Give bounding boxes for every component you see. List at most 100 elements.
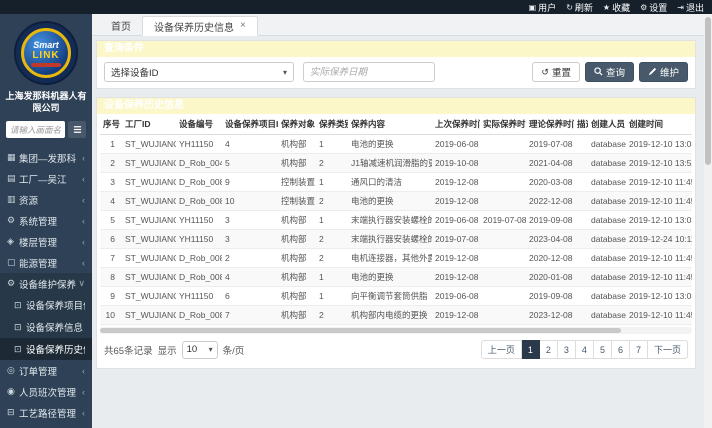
next-page-button[interactable]: 下一页 — [648, 340, 688, 359]
table-row[interactable]: 7ST_WUJIANGD_Rob_0082机构部2电机连接器，其他外露的连接器是… — [100, 249, 692, 268]
chevron-left-icon: ‹ — [82, 153, 85, 163]
column-header: 保养内容 — [348, 114, 432, 135]
table-cell: ST_WUJIANG — [122, 268, 176, 287]
topbar-item-refresh[interactable]: ↻刷新 — [566, 1, 593, 14]
page-button-5[interactable]: 5 — [594, 340, 612, 359]
sidebar-item-label: 工艺路径管理 — [19, 406, 82, 420]
vertical-scrollbar[interactable] — [704, 14, 712, 428]
sidebar-item-route-mgmt[interactable]: ⊟工艺路径管理‹ — [0, 402, 92, 423]
sidebar-item-label: 系统管理 — [19, 214, 82, 228]
sidebar-item-maintain-info[interactable]: ⊡设备保养信息 — [0, 316, 92, 338]
sidebar-item-group-fanuc[interactable]: ▦集团—发那科‹ — [0, 147, 92, 168]
table-cell: 2021-04-08 — [526, 154, 574, 173]
device-id-select[interactable]: 选择设备ID ▾ — [104, 62, 294, 82]
table-cell — [480, 306, 526, 325]
table-cell: 2 — [316, 306, 348, 325]
page-button-1[interactable]: 1 — [522, 340, 540, 359]
column-header: 设备编号 — [176, 114, 222, 135]
page-button-3[interactable]: 3 — [558, 340, 576, 359]
tab-label: 设备保养历史信息 — [154, 19, 234, 34]
page-button-7[interactable]: 7 — [630, 340, 648, 359]
page-button-6[interactable]: 6 — [612, 340, 630, 359]
show-label: 显示 — [158, 343, 177, 357]
page-button-4[interactable]: 4 — [576, 340, 594, 359]
horizontal-scrollbar[interactable] — [100, 327, 692, 334]
sidebar-item-maintain-project-info[interactable]: ⊡设备保养项目信息 — [0, 294, 92, 316]
table-row[interactable]: 9ST_WUJIANGYH111506机构部1向平衡调节套筒供脂2019-06-… — [100, 287, 692, 306]
logo-text-smart: Smart — [33, 40, 59, 50]
table-cell: database — [588, 135, 626, 154]
topbar-item-logout[interactable]: ⇥退出 — [677, 1, 704, 14]
page-size-value: 10 — [187, 344, 205, 355]
reset-button[interactable]: ↺ 重置 — [532, 62, 580, 82]
sidebar-item-equipment-maintain[interactable]: ⚙设备维护保养∨ — [0, 273, 92, 294]
table-row[interactable]: 10ST_WUJIANGD_Rob_0087机构部2机构部内电缆的更换2019-… — [100, 306, 692, 325]
query-button[interactable]: 查询 — [585, 62, 634, 82]
topbar-item-settings[interactable]: ⚙设置 — [640, 1, 667, 14]
horizontal-scrollbar-thumb[interactable] — [100, 328, 621, 333]
table-cell: 机构部 — [278, 230, 316, 249]
column-header: 创建人员 — [588, 114, 626, 135]
table-cell: database — [588, 154, 626, 173]
sidebar: Smart LINK 上海发那科机器人有限公司 ▦集团—发那科‹▤工厂—吴江‹▥… — [0, 14, 92, 428]
table-cell: 2 — [316, 154, 348, 173]
sidebar-item-floor-mgmt[interactable]: ◈楼层管理‹ — [0, 231, 92, 252]
prev-page-button[interactable]: 上一页 — [481, 340, 522, 359]
sidebar-item-label: 设备维护保养 — [19, 277, 78, 291]
screen-search-input[interactable] — [6, 121, 65, 138]
vertical-scrollbar-thumb[interactable] — [705, 17, 711, 165]
sidebar-item-energy-mgmt[interactable]: ▢能源管理‹ — [0, 252, 92, 273]
table-row[interactable]: 1ST_WUJIANGYH111504机构部1电池的更换2019-06-0820… — [100, 135, 692, 154]
gear-icon: ⚙ — [640, 3, 647, 12]
tab-history[interactable]: 设备保养历史信息 × — [142, 16, 258, 36]
table-cell: 向平衡调节套筒供脂 — [348, 287, 432, 306]
table-cell: 2019-12-10 13:52:4 — [626, 154, 692, 173]
search-icon — [594, 67, 603, 78]
table-cell — [574, 287, 588, 306]
table-cell: D_Rob_008 — [176, 249, 222, 268]
menu-search-button[interactable] — [68, 121, 86, 138]
actual-maintain-date-input[interactable] — [303, 62, 435, 82]
page-size-select[interactable]: 10 ▾ — [182, 341, 218, 359]
table-cell: 机构部内电缆的更换 — [348, 306, 432, 325]
table-cell: ST_WUJIANG — [122, 287, 176, 306]
chevron-left-icon: ‹ — [82, 408, 85, 418]
table-row[interactable]: 6ST_WUJIANGYH111503机构部2末端执行器安装螺栓的紧固2019-… — [100, 230, 692, 249]
table-cell: 机构部 — [278, 306, 316, 325]
topbar-menu: ▣用户 ↻刷新 ★收藏 ⚙设置 ⇥退出 — [529, 1, 704, 14]
column-header: 上次保养时间 — [432, 114, 480, 135]
table-row[interactable]: 8ST_WUJIANGD_Rob_0084机构部1电池的更换2019-12-08… — [100, 268, 692, 287]
factory-icon: ▤ — [7, 173, 19, 184]
table-cell: ST_WUJIANG — [122, 154, 176, 173]
sidebar-item-factory-wujiang[interactable]: ▤工厂—吴江‹ — [0, 168, 92, 189]
topbar-item-favorite[interactable]: ★收藏 — [603, 1, 630, 14]
sidebar-item-system-mgmt[interactable]: ⚙系统管理‹ — [0, 210, 92, 231]
sidebar-item-shift-mgmt[interactable]: ◉人员班次管理‹ — [0, 381, 92, 402]
close-icon[interactable]: × — [240, 21, 246, 31]
table-cell: YH11150 — [176, 230, 222, 249]
tab-home[interactable]: 首页 — [100, 15, 142, 35]
sidebar-item-process-param[interactable]: ▤工艺参数‹ — [0, 423, 92, 428]
table-cell: 2019-06-08 — [432, 287, 480, 306]
table-row[interactable]: 4ST_WUJIANGD_Rob_00810控制装置2电池的更换2019-12-… — [100, 192, 692, 211]
page-button-2[interactable]: 2 — [540, 340, 558, 359]
maintain-button[interactable]: 维护 — [639, 62, 688, 82]
logo-banner — [31, 63, 61, 67]
table-cell: 2019-06-08 — [432, 135, 480, 154]
sidebar-item-resource[interactable]: ▥资源‹ — [0, 189, 92, 210]
table-cell: 2019-12-10 11:45:0 — [626, 173, 692, 192]
table-row[interactable]: 2ST_WUJIANGD_Rob_0045机构部2J1轴减速机润滑脂的更换201… — [100, 154, 692, 173]
sidebar-item-order-mgmt[interactable]: ◎订单管理‹ — [0, 360, 92, 381]
table-cell: database — [588, 211, 626, 230]
sidebar-item-maintain-history-info[interactable]: ⊡设备保养历史信息 — [0, 338, 92, 360]
table-cell — [574, 173, 588, 192]
chevron-left-icon: ‹ — [82, 258, 85, 268]
table-row[interactable]: 5ST_WUJIANGYH111503机构部1末端执行器安装螺栓的紧固2019-… — [100, 211, 692, 230]
table-cell: ST_WUJIANG — [122, 249, 176, 268]
filter-row: 选择设备ID ▾ ↺ 重置 查询 — [97, 57, 695, 88]
sidebar-item-label: 工厂—吴江 — [19, 172, 82, 186]
table-row[interactable]: 3ST_WUJIANGD_Rob_0089控制装置1通风口的清洁2019-12-… — [100, 173, 692, 192]
table-cell: ST_WUJIANG — [122, 306, 176, 325]
topbar-item-user[interactable]: ▣用户 — [529, 1, 557, 14]
gear-icon: ⚙ — [7, 215, 19, 226]
